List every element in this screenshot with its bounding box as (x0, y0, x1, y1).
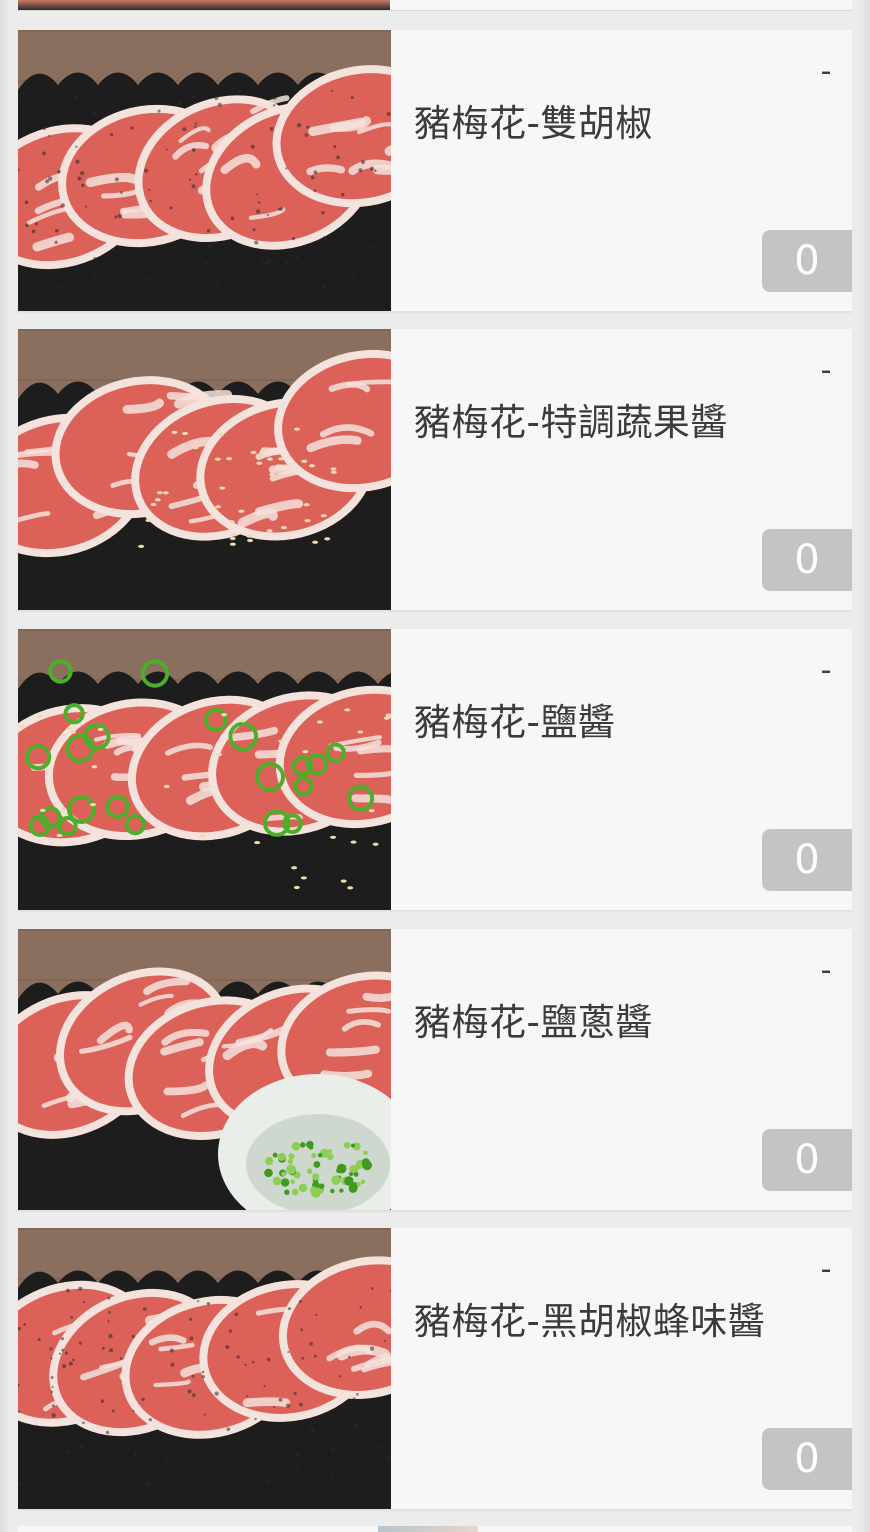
decrease-quantity-button[interactable]: - (814, 56, 838, 88)
food-photo-illustration (18, 1228, 391, 1509)
menu-list-page: 豬梅花-雙胡椒 - 0 豬梅花-特調蔬果醬 - 0 豬梅花-鹽醬 - 0 豬梅花… (0, 0, 870, 1532)
menu-item-name: 豬梅花-鹽醬 (414, 701, 616, 744)
decrease-quantity-button[interactable]: - (814, 655, 838, 687)
partial-food-photo (378, 1526, 478, 1532)
food-photo (18, 329, 391, 610)
quantity-badge: 0 (762, 829, 852, 891)
quantity-badge: 0 (762, 1428, 852, 1490)
partial-food-photo (18, 0, 390, 10)
food-photo-illustration (18, 329, 391, 610)
quantity-badge: 0 (762, 1129, 852, 1191)
food-photo (18, 929, 391, 1210)
menu-item-card[interactable]: 豬梅花-特調蔬果醬 - 0 (18, 329, 852, 610)
partial-card-top (18, 0, 852, 11)
menu-item-name: 豬梅花-特調蔬果醬 (414, 401, 728, 444)
food-photo (18, 629, 391, 910)
menu-item-name: 豬梅花-雙胡椒 (414, 102, 653, 145)
menu-item-card[interactable]: 豬梅花-黑胡椒蜂味醬 - 0 (18, 1228, 852, 1509)
food-photo-illustration (18, 629, 391, 910)
menu-item-card[interactable]: 豬梅花-鹽醬 - 0 (18, 629, 852, 910)
decrease-quantity-button[interactable]: - (814, 355, 838, 387)
partial-card-bottom (18, 1526, 852, 1532)
food-photo (18, 1228, 391, 1509)
menu-item-name: 豬梅花-黑胡椒蜂味醬 (414, 1300, 766, 1343)
decrease-quantity-button[interactable]: - (814, 1254, 838, 1286)
quantity-badge: 0 (762, 230, 852, 292)
food-photo-illustration (18, 30, 391, 311)
food-photo-illustration (18, 929, 391, 1210)
food-photo (18, 30, 391, 311)
quantity-badge: 0 (762, 529, 852, 591)
menu-item-name: 豬梅花-鹽蔥醬 (414, 1001, 653, 1044)
menu-item-card[interactable]: 豬梅花-雙胡椒 - 0 (18, 30, 852, 311)
menu-item-card[interactable]: 豬梅花-鹽蔥醬 - 0 (18, 929, 852, 1210)
decrease-quantity-button[interactable]: - (814, 955, 838, 987)
